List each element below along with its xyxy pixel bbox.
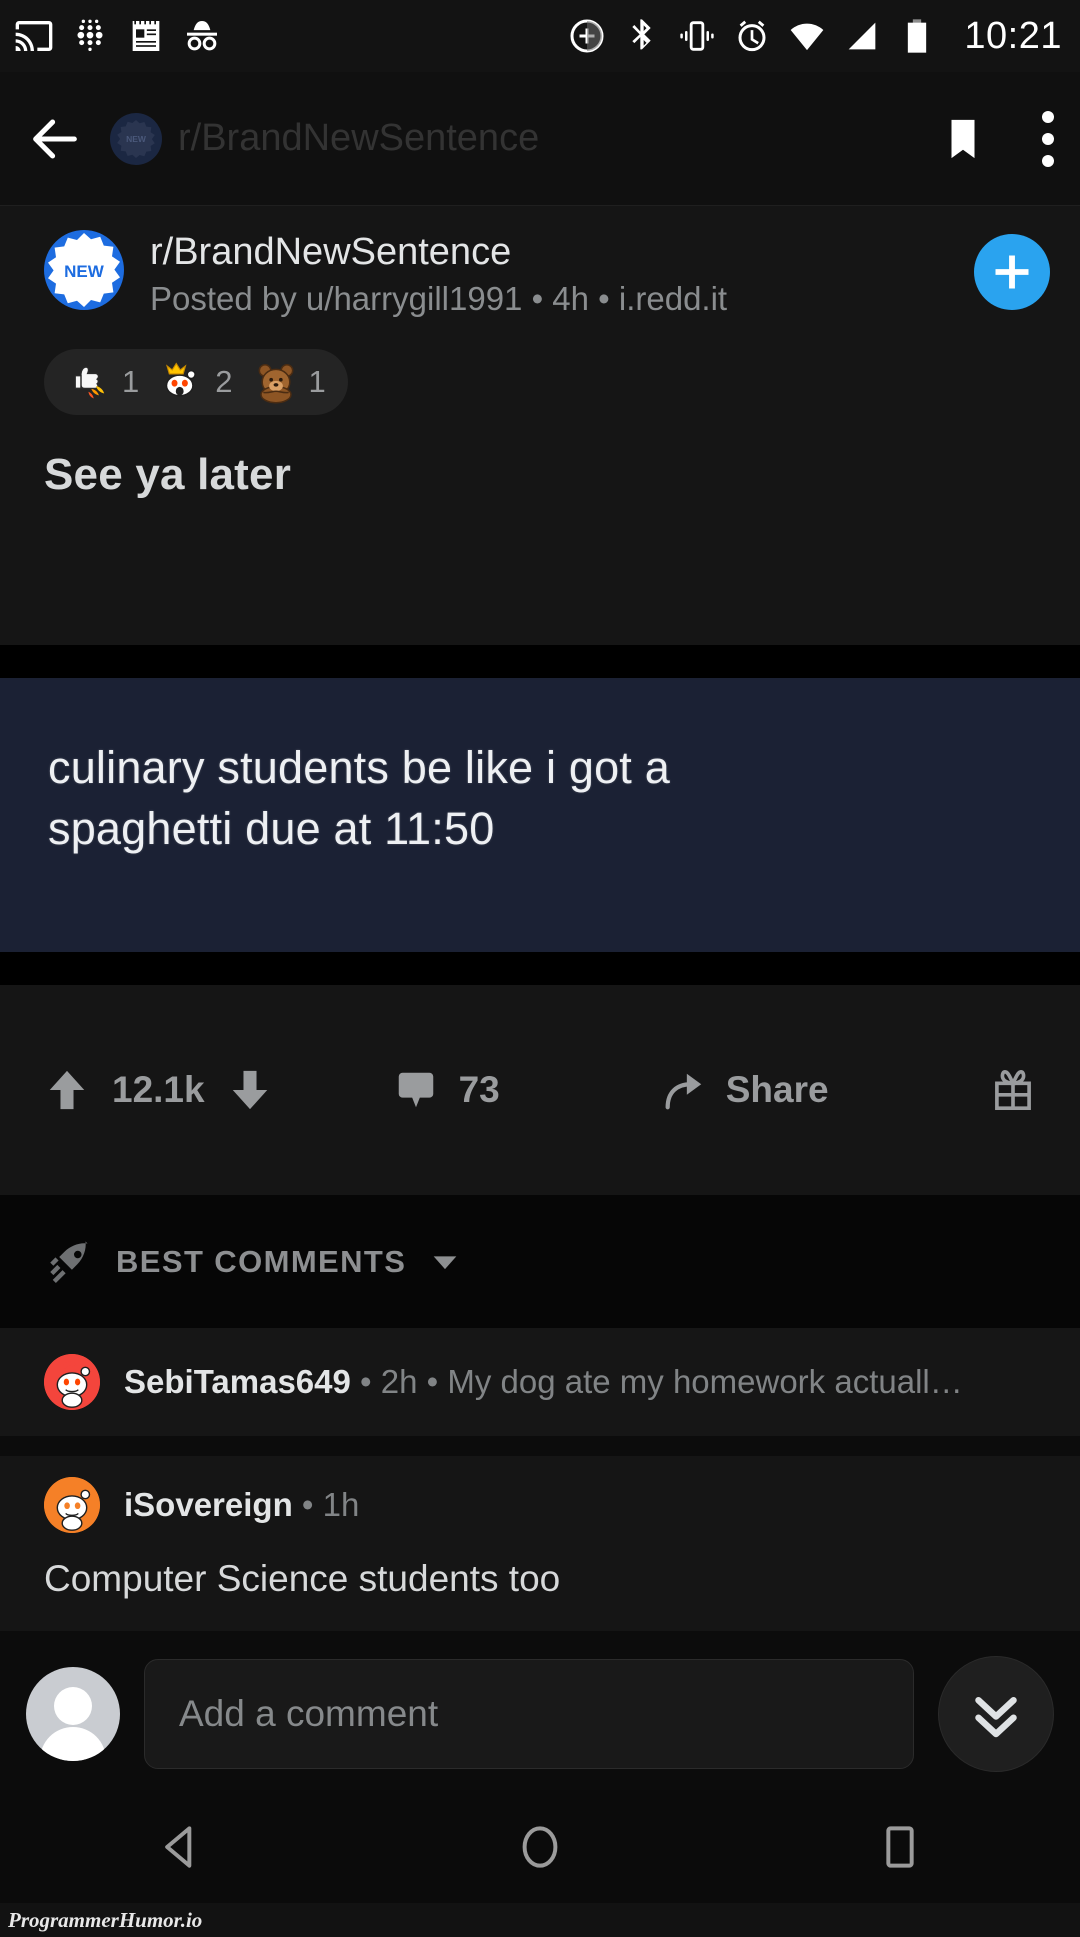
vote-group: 12.1k [44, 1066, 273, 1114]
meme-text-line-2: spaghetti due at 11:50 [48, 802, 495, 854]
double-chevron-down-icon [975, 1696, 1017, 1737]
incognito-icon [187, 21, 217, 51]
comment-collapsed-row[interactable]: SebiTamas649 • 2h • My dog ate my homewo… [0, 1328, 1080, 1436]
post-meta: Posted by u/harrygill1991 • 4h • i.redd.… [150, 280, 728, 318]
gift-award-icon [995, 1069, 1031, 1111]
snoo-avatar-icon [44, 1354, 100, 1410]
post-header-text: r/BrandNewSentence Posted by u/harrygill… [150, 230, 974, 317]
cast-icon [15, 21, 53, 51]
comment-bubble-icon [398, 1072, 433, 1108]
crown-snoo-award-icon [165, 362, 197, 397]
subreddit-starburst-new-icon: NEW [48, 233, 120, 307]
comment-count: 73 [458, 1069, 500, 1110]
add-comment-input[interactable] [144, 1658, 914, 1769]
app-bar: NEW r/BrandNewSentence [0, 72, 1080, 206]
notepad-icon [132, 19, 160, 51]
share-arrow-icon [665, 1073, 701, 1110]
comment-time: 1h [322, 1486, 360, 1523]
rocket-like-award-icon [74, 366, 105, 399]
nav-back-triangle-icon[interactable] [152, 1819, 208, 1875]
upvote-arrow-icon[interactable] [44, 1066, 90, 1114]
app-bar-subreddit-avatar[interactable]: NEW [110, 112, 162, 165]
post-header-row: NEW r/BrandNewSentence Posted by u/harry… [0, 206, 1080, 317]
award-count: 2 [215, 364, 233, 400]
share-button[interactable]: Share [660, 1066, 829, 1114]
meme-text-block: culinary students be like i got a spaghe… [48, 738, 960, 860]
data-saver-icon [570, 19, 604, 53]
chevron-down-icon [433, 1255, 457, 1269]
alarm-icon [738, 20, 766, 52]
comment-count-button[interactable]: 73 [393, 1066, 500, 1114]
share-label: Share [725, 1069, 829, 1110]
snoo-avatar-icon [44, 1477, 100, 1533]
bear-hug-award-icon [258, 364, 293, 404]
join-subreddit-button[interactable] [974, 234, 1050, 310]
comment-author[interactable]: SebiTamas649 [124, 1363, 351, 1400]
reddit-post-screen: 10:21 NEW r/BrandNewSentence NEW r/Brand… [0, 0, 1080, 1937]
awards-pill[interactable]: 1 2 1 [44, 349, 348, 416]
sort-label: BEST COMMENTS [116, 1243, 407, 1279]
svg-text:NEW: NEW [126, 134, 147, 144]
comment-collapsed-line: SebiTamas649 • 2h • My dog ate my homewo… [124, 1363, 963, 1400]
comment-meta-line: iSovereign • 1h [124, 1486, 360, 1523]
post-subreddit-name[interactable]: r/BrandNewSentence [150, 231, 974, 273]
rocket-icon [50, 1240, 88, 1283]
plus-icon [995, 255, 1029, 289]
watermark: ProgrammerHumor.io [8, 1908, 203, 1932]
comments-sort-bar[interactable]: BEST COMMENTS [0, 1195, 1080, 1328]
nav-home-circle-icon[interactable] [512, 1819, 568, 1875]
avatar-head-shape [54, 1686, 92, 1725]
app-bar-title: r/BrandNewSentence [178, 117, 540, 159]
post-media-container[interactable]: culinary students be like i got a spaghe… [0, 645, 1080, 985]
status-bar-clock: 10:21 [964, 15, 1062, 57]
meme-text-line-1: culinary students be like i got a [48, 742, 670, 793]
comment-time: 2h [380, 1363, 418, 1400]
android-nav-bar [0, 1790, 1080, 1903]
comment-body: Computer Science students too [44, 1558, 561, 1599]
avatar[interactable] [44, 1477, 100, 1533]
post-title: See ya later [44, 450, 292, 500]
post-media-image[interactable]: culinary students be like i got a spaghe… [0, 678, 1080, 952]
award-count: 1 [308, 364, 326, 400]
svg-text:NEW: NEW [64, 262, 105, 281]
avatar[interactable] [26, 1666, 120, 1761]
downvote-arrow-icon[interactable] [227, 1066, 273, 1114]
status-bar: 10:21 [0, 0, 1080, 72]
nav-recents-square-icon[interactable] [872, 1819, 928, 1875]
comment-compose-bar [0, 1640, 1080, 1787]
avatar-body-shape [40, 1726, 106, 1761]
avatar[interactable] [44, 1354, 100, 1410]
comment-author[interactable]: iSovereign [124, 1486, 293, 1523]
app-bar-actions [940, 110, 1054, 167]
comment-header: SebiTamas649 • 2h • My dog ate my homewo… [0, 1328, 1080, 1436]
comment-preview: My dog ate my homework actuall… [447, 1363, 963, 1400]
award-item[interactable]: 1 [253, 359, 326, 405]
subreddit-starburst-icon: NEW [117, 119, 155, 158]
post-card-header: NEW r/BrandNewSentence Posted by u/harry… [0, 206, 1080, 645]
more-vertical-icon[interactable] [1042, 110, 1054, 167]
bluetooth-icon [632, 19, 652, 50]
comment-header: iSovereign • 1h [0, 1456, 1080, 1536]
next-comment-button[interactable] [938, 1655, 1054, 1772]
comment-row[interactable]: iSovereign • 1h Computer Science student… [0, 1456, 1080, 1631]
award-item[interactable]: 2 [159, 359, 233, 405]
battery-icon [908, 19, 927, 53]
status-bar-right-icons: 10:21 [567, 16, 1062, 56]
award-count: 1 [122, 364, 140, 400]
subreddit-avatar[interactable]: NEW [44, 230, 124, 310]
dots-grid-icon [77, 19, 103, 51]
back-arrow-icon[interactable] [26, 110, 84, 168]
post-score: 12.1k [112, 1069, 205, 1110]
cell-signal-icon [849, 22, 876, 50]
vibrate-icon [680, 21, 715, 51]
award-item[interactable]: 1 [66, 359, 139, 405]
bookmark-icon[interactable] [940, 113, 986, 165]
give-award-button[interactable] [990, 1066, 1036, 1114]
post-action-bar: 12.1k 73 Share [0, 985, 1080, 1195]
wifi-icon [791, 23, 824, 51]
status-bar-left-icons [14, 16, 222, 56]
